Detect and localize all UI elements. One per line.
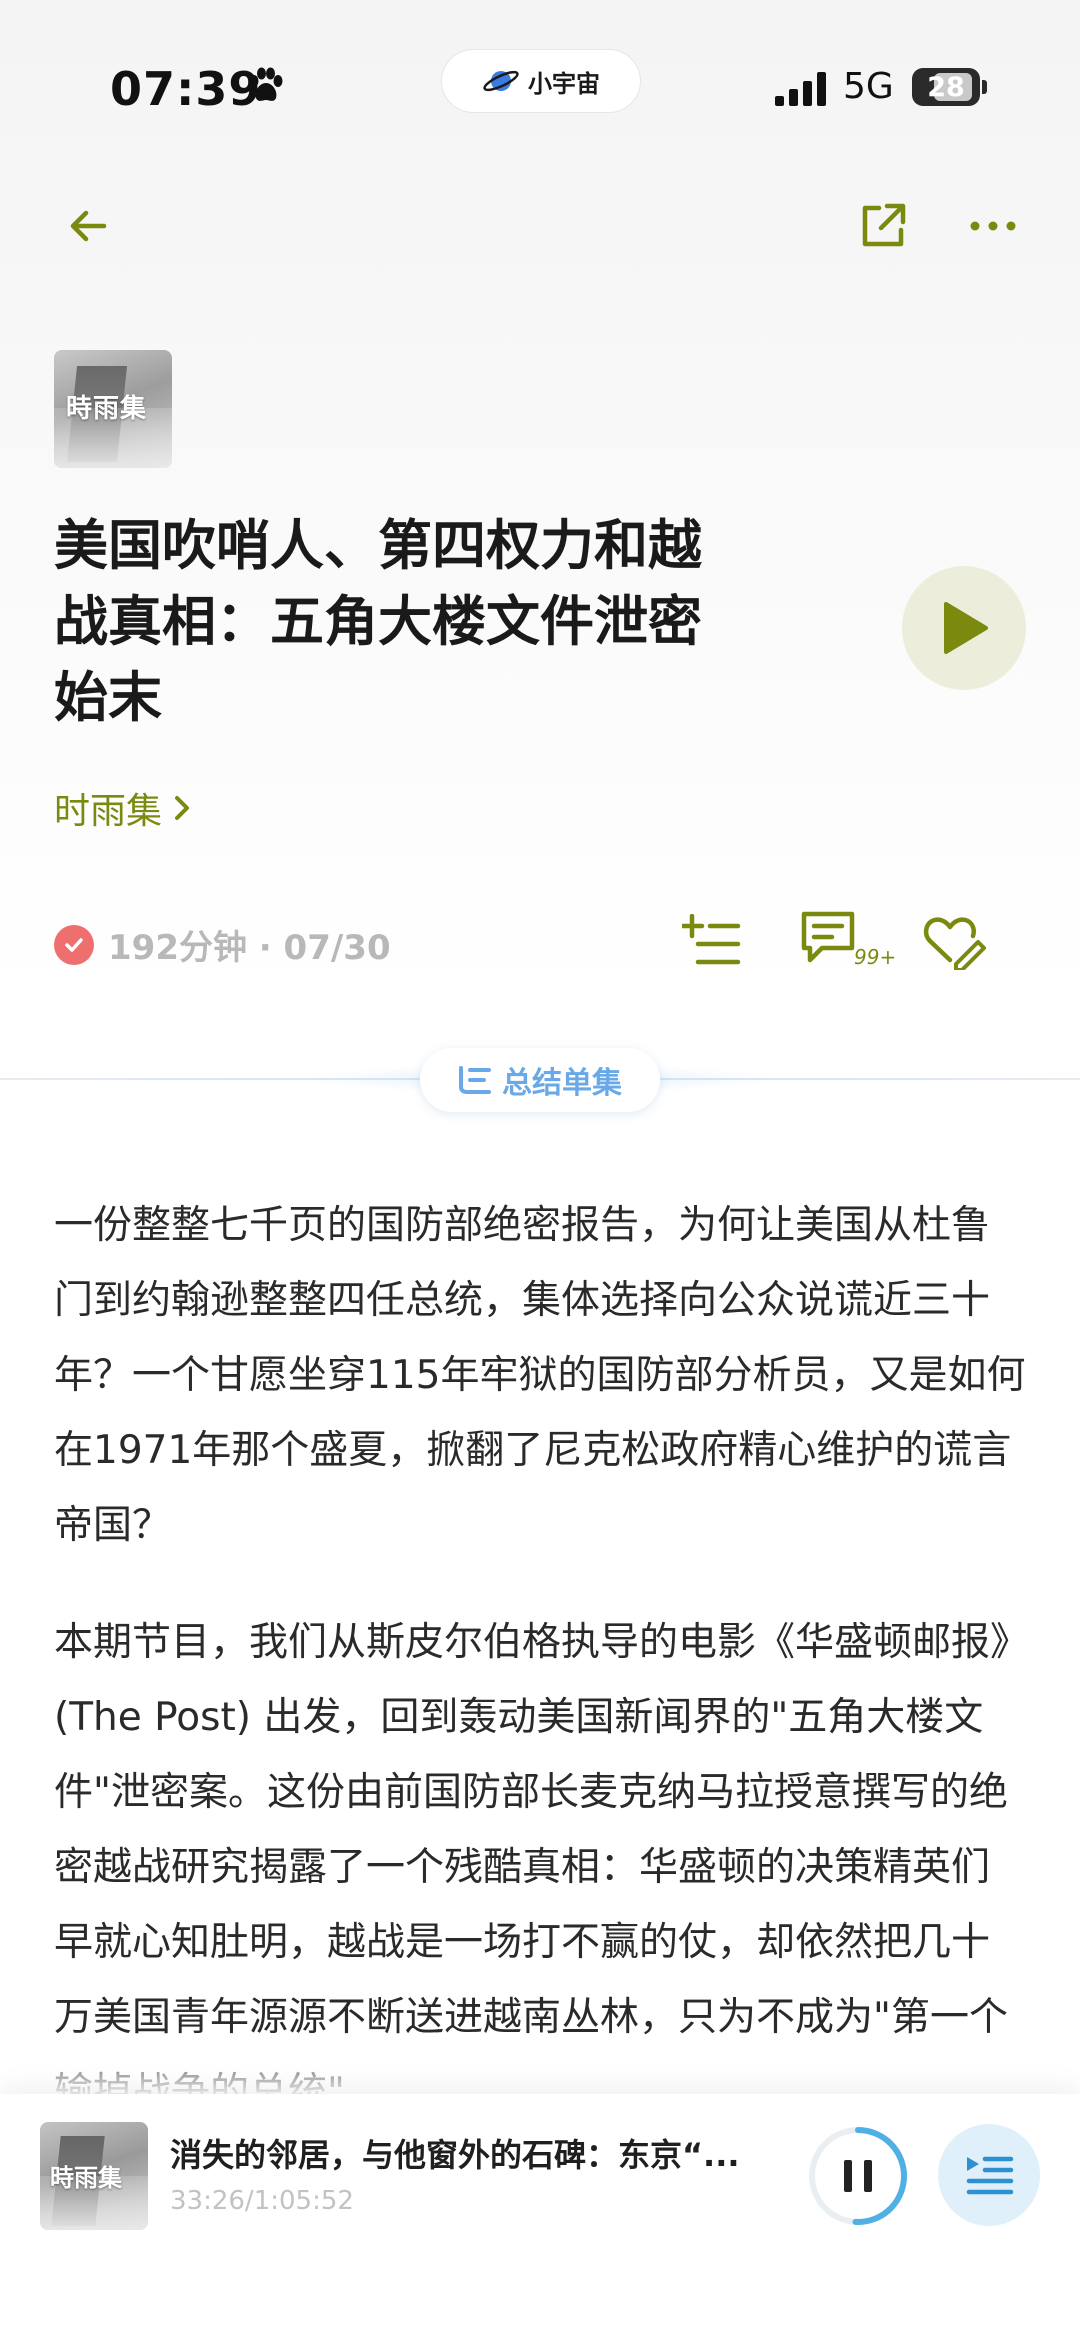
more-button[interactable] bbox=[953, 186, 1033, 266]
pause-bar-left bbox=[844, 2160, 852, 2192]
playlist-icon bbox=[966, 2156, 1014, 2195]
planet-icon bbox=[483, 70, 519, 92]
play-button[interactable] bbox=[902, 566, 1026, 690]
player-fade bbox=[0, 2040, 1080, 2096]
episode-title: 美国吹哨人、第四权力和越战真相：五角大楼文件泄密始末 bbox=[54, 514, 702, 729]
favorite-button[interactable] bbox=[918, 906, 990, 978]
comments-button[interactable]: 99+ bbox=[800, 906, 896, 978]
dynamic-island[interactable]: 小宇宙 bbox=[442, 50, 640, 112]
cover-title: 時雨集 bbox=[66, 394, 148, 424]
player-time: 33:26/1:05:52 bbox=[170, 2186, 354, 2216]
summary-label: 总结单集 bbox=[502, 1066, 622, 1101]
player-title[interactable]: 消失的邻居，与他窗外的石碑：东京“... bbox=[170, 2130, 780, 2176]
status-time: 07:39 bbox=[110, 62, 262, 116]
pause-bar-right bbox=[864, 2160, 872, 2192]
island-label: 小宇宙 bbox=[528, 69, 600, 98]
podcast-cover[interactable]: 時雨集 bbox=[54, 350, 172, 468]
episode-meta: 192分钟 · 07/30 bbox=[54, 920, 391, 969]
comment-icon: 99+ bbox=[801, 911, 896, 969]
share-icon bbox=[862, 203, 906, 247]
chevron-right-icon bbox=[175, 796, 190, 820]
duration-date: 192分钟 · 07/30 bbox=[108, 928, 391, 968]
play-icon bbox=[944, 602, 988, 654]
signal-icon bbox=[775, 72, 826, 106]
share-button[interactable] bbox=[843, 186, 923, 266]
battery-label: 28 bbox=[927, 71, 965, 103]
summary-paragraph: 一份整整七千页的国防部绝密报告，为何让美国从杜鲁门到约翰逊整整四任总统，集体选择… bbox=[54, 1203, 1026, 1548]
check-icon bbox=[54, 924, 94, 965]
playlist-button[interactable] bbox=[938, 2124, 1040, 2226]
podcast-name: 时雨集 bbox=[54, 791, 163, 832]
mini-player[interactable]: 時雨集 消失的邻居，与他窗外的石碑：东京“... 33:26/1:05:52 bbox=[0, 2094, 1080, 2348]
battery-indicator: 28 bbox=[912, 68, 980, 106]
back-button[interactable] bbox=[48, 186, 128, 266]
player-cover[interactable]: 時雨集 bbox=[40, 2122, 148, 2230]
status-bar: 07:39 小宇宙 5G 28 bbox=[0, 0, 1080, 170]
add-to-playlist-button[interactable] bbox=[676, 906, 748, 978]
network-label: 5G bbox=[843, 66, 894, 107]
paw-icon bbox=[249, 67, 283, 101]
podcast-link[interactable]: 时雨集 bbox=[54, 782, 192, 834]
summary-icon bbox=[459, 1066, 491, 1094]
pause-button[interactable] bbox=[806, 2124, 910, 2228]
arrow-left-icon bbox=[70, 210, 107, 242]
comments-count: 99+ bbox=[854, 945, 896, 969]
battery-tip bbox=[982, 80, 987, 94]
heart-edit-icon bbox=[923, 917, 986, 970]
more-icon bbox=[970, 221, 1016, 231]
player-cover-title: 時雨集 bbox=[50, 2163, 122, 2192]
summarize-episode-button[interactable]: 总结单集 bbox=[420, 1048, 660, 1112]
episode-summary: 一份整整七千页的国防部绝密报告，为何让美国从杜鲁门到约翰逊整整四任总统，集体选择… bbox=[54, 1188, 1026, 2172]
pause-progress-icon bbox=[809, 2127, 907, 2225]
add-list-icon bbox=[682, 914, 741, 965]
